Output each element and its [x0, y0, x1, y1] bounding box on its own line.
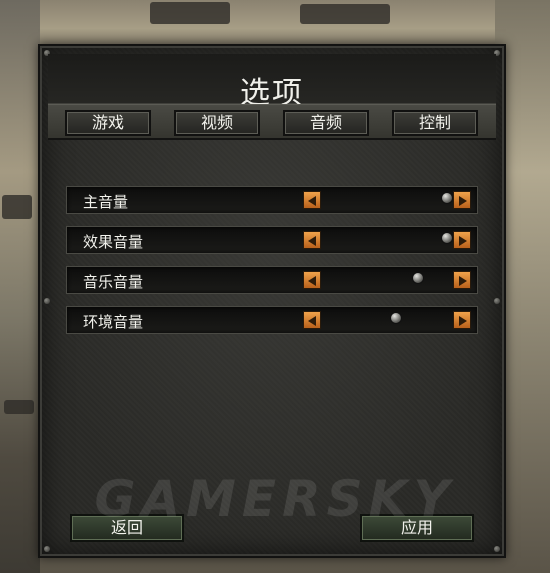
background-scene-left — [0, 0, 40, 573]
slider-row-master-volume: 主音量 — [66, 186, 478, 214]
slider-label: 效果音量 — [83, 233, 144, 251]
slider-track[interactable] — [325, 310, 453, 330]
slider-knob[interactable] — [390, 312, 402, 324]
slider-label: 环境音量 — [83, 313, 144, 331]
slider-knob[interactable] — [441, 232, 453, 244]
right-arrow-icon — [459, 236, 467, 246]
tab-controls[interactable]: 控制 — [392, 110, 478, 136]
increase-arrow-button[interactable] — [453, 191, 471, 209]
left-arrow-icon — [308, 276, 316, 286]
tab-audio[interactable]: 音频 — [283, 110, 369, 136]
right-arrow-icon — [459, 316, 467, 326]
background-tank — [2, 195, 32, 219]
decrease-arrow-button[interactable] — [303, 311, 321, 329]
background-tank — [150, 2, 230, 24]
background-scene-top — [0, 0, 550, 48]
background-soldiers — [4, 400, 34, 414]
background-tank — [300, 4, 390, 24]
right-arrow-icon — [459, 276, 467, 286]
tab-game[interactable]: 游戏 — [65, 110, 151, 136]
tab-video[interactable]: 视频 — [174, 110, 260, 136]
increase-arrow-button[interactable] — [453, 231, 471, 249]
slider-track[interactable] — [325, 190, 453, 210]
decrease-arrow-button[interactable] — [303, 191, 321, 209]
slider-label: 主音量 — [83, 193, 129, 211]
slider-row-ambient-volume: 环境音量 — [66, 306, 478, 334]
slider-label: 音乐音量 — [83, 273, 144, 291]
left-arrow-icon — [308, 316, 316, 326]
slider-track[interactable] — [325, 270, 453, 290]
slider-track[interactable] — [325, 230, 453, 250]
right-arrow-icon — [459, 196, 467, 206]
increase-arrow-button[interactable] — [453, 311, 471, 329]
left-arrow-icon — [308, 196, 316, 206]
decrease-arrow-button[interactable] — [303, 271, 321, 289]
title-bar: 选项 — [48, 54, 496, 111]
slider-knob[interactable] — [441, 192, 453, 204]
tab-bar: 游戏 视频 音频 控制 — [48, 104, 496, 140]
watermark-logo: GAMERSKY — [94, 470, 456, 528]
decrease-arrow-button[interactable] — [303, 231, 321, 249]
slider-row-music-volume: 音乐音量 — [66, 266, 478, 294]
slider-row-effects-volume: 效果音量 — [66, 226, 478, 254]
left-arrow-icon — [308, 236, 316, 246]
increase-arrow-button[interactable] — [453, 271, 471, 289]
slider-knob[interactable] — [412, 272, 424, 284]
